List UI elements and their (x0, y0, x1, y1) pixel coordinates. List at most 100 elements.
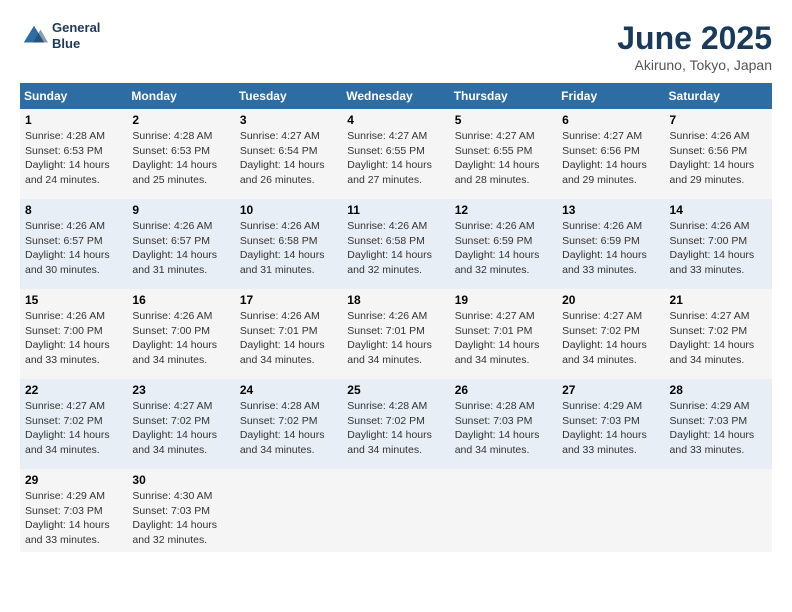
day-info: Sunrise: 4:26 AM Sunset: 7:01 PM Dayligh… (240, 309, 337, 368)
day-info: Sunrise: 4:26 AM Sunset: 6:56 PM Dayligh… (670, 129, 767, 188)
day-info: Sunrise: 4:27 AM Sunset: 7:02 PM Dayligh… (670, 309, 767, 368)
day-number: 10 (240, 203, 337, 217)
day-info: Sunrise: 4:26 AM Sunset: 7:00 PM Dayligh… (25, 309, 122, 368)
page-header: General Blue June 2025 Akiruno, Tokyo, J… (20, 20, 772, 73)
page-subtitle: Akiruno, Tokyo, Japan (617, 57, 772, 73)
day-number: 12 (455, 203, 552, 217)
day-number: 20 (562, 293, 659, 307)
logo-text: General Blue (52, 20, 100, 51)
day-number: 15 (25, 293, 122, 307)
calendar-cell (235, 469, 342, 552)
page-title: June 2025 (617, 20, 772, 57)
day-info: Sunrise: 4:28 AM Sunset: 7:03 PM Dayligh… (455, 399, 552, 458)
day-info: Sunrise: 4:26 AM Sunset: 7:00 PM Dayligh… (670, 219, 767, 278)
calendar-cell: 12 Sunrise: 4:26 AM Sunset: 6:59 PM Dayli… (450, 199, 557, 289)
day-number: 14 (670, 203, 767, 217)
weekday-header-friday: Friday (557, 83, 664, 109)
week-row-5: 29 Sunrise: 4:29 AM Sunset: 7:03 PM Dayli… (20, 469, 772, 552)
day-number: 11 (347, 203, 444, 217)
calendar-cell: 2 Sunrise: 4:28 AM Sunset: 6:53 PM Daylig… (127, 109, 234, 199)
calendar-cell: 4 Sunrise: 4:27 AM Sunset: 6:55 PM Daylig… (342, 109, 449, 199)
day-number: 6 (562, 113, 659, 127)
day-info: Sunrise: 4:29 AM Sunset: 7:03 PM Dayligh… (670, 399, 767, 458)
week-row-1: 1 Sunrise: 4:28 AM Sunset: 6:53 PM Daylig… (20, 109, 772, 199)
calendar-cell: 28 Sunrise: 4:29 AM Sunset: 7:03 PM Dayli… (665, 379, 772, 469)
day-info: Sunrise: 4:26 AM Sunset: 6:59 PM Dayligh… (562, 219, 659, 278)
weekday-header-sunday: Sunday (20, 83, 127, 109)
calendar-cell: 5 Sunrise: 4:27 AM Sunset: 6:55 PM Daylig… (450, 109, 557, 199)
day-number: 8 (25, 203, 122, 217)
day-number: 1 (25, 113, 122, 127)
day-number: 21 (670, 293, 767, 307)
day-number: 7 (670, 113, 767, 127)
calendar-cell: 6 Sunrise: 4:27 AM Sunset: 6:56 PM Daylig… (557, 109, 664, 199)
calendar-cell: 29 Sunrise: 4:29 AM Sunset: 7:03 PM Dayli… (20, 469, 127, 552)
logo-icon (20, 22, 48, 50)
day-number: 13 (562, 203, 659, 217)
weekday-header-thursday: Thursday (450, 83, 557, 109)
day-info: Sunrise: 4:29 AM Sunset: 7:03 PM Dayligh… (25, 489, 122, 548)
day-info: Sunrise: 4:27 AM Sunset: 6:56 PM Dayligh… (562, 129, 659, 188)
title-block: June 2025 Akiruno, Tokyo, Japan (617, 20, 772, 73)
day-info: Sunrise: 4:26 AM Sunset: 7:01 PM Dayligh… (347, 309, 444, 368)
calendar-cell: 10Sunrise: 4:26 AM Sunset: 6:58 PM Dayli… (235, 199, 342, 289)
day-info: Sunrise: 4:26 AM Sunset: 7:00 PM Dayligh… (132, 309, 229, 368)
day-number: 5 (455, 113, 552, 127)
calendar-cell: 7 Sunrise: 4:26 AM Sunset: 6:56 PM Daylig… (665, 109, 772, 199)
week-row-3: 15 Sunrise: 4:26 AM Sunset: 7:00 PM Dayli… (20, 289, 772, 379)
day-info: Sunrise: 4:27 AM Sunset: 7:02 PM Dayligh… (132, 399, 229, 458)
calendar-table: SundayMondayTuesdayWednesdayThursdayFrid… (20, 83, 772, 552)
day-number: 30 (132, 473, 229, 487)
calendar-cell (557, 469, 664, 552)
week-row-2: 8 Sunrise: 4:26 AM Sunset: 6:57 PM Daylig… (20, 199, 772, 289)
calendar-cell: 15 Sunrise: 4:26 AM Sunset: 7:00 PM Dayli… (20, 289, 127, 379)
calendar-cell: 3 Sunrise: 4:27 AM Sunset: 6:54 PM Daylig… (235, 109, 342, 199)
day-number: 3 (240, 113, 337, 127)
weekday-header-tuesday: Tuesday (235, 83, 342, 109)
day-number: 17 (240, 293, 337, 307)
calendar-cell (665, 469, 772, 552)
logo-line1: General (52, 20, 100, 36)
day-number: 22 (25, 383, 122, 397)
calendar-cell: 30 Sunrise: 4:30 AM Sunset: 7:03 PM Dayli… (127, 469, 234, 552)
day-info: Sunrise: 4:28 AM Sunset: 7:02 PM Dayligh… (347, 399, 444, 458)
day-number: 28 (670, 383, 767, 397)
calendar-cell: 8 Sunrise: 4:26 AM Sunset: 6:57 PM Daylig… (20, 199, 127, 289)
day-info: Sunrise: 4:26 AM Sunset: 6:59 PM Dayligh… (455, 219, 552, 278)
day-number: 16 (132, 293, 229, 307)
day-info: Sunrise: 4:27 AM Sunset: 6:55 PM Dayligh… (347, 129, 444, 188)
weekday-header-monday: Monday (127, 83, 234, 109)
day-info: Sunrise: 4:30 AM Sunset: 7:03 PM Dayligh… (132, 489, 229, 548)
calendar-cell (342, 469, 449, 552)
day-number: 4 (347, 113, 444, 127)
day-info: Sunrise: 4:28 AM Sunset: 6:53 PM Dayligh… (25, 129, 122, 188)
calendar-cell (450, 469, 557, 552)
day-number: 19 (455, 293, 552, 307)
logo-line2: Blue (52, 36, 100, 52)
weekday-header-wednesday: Wednesday (342, 83, 449, 109)
day-info: Sunrise: 4:27 AM Sunset: 6:54 PM Dayligh… (240, 129, 337, 188)
calendar-cell: 22Sunrise: 4:27 AM Sunset: 7:02 PM Dayli… (20, 379, 127, 469)
day-info: Sunrise: 4:27 AM Sunset: 6:55 PM Dayligh… (455, 129, 552, 188)
logo: General Blue (20, 20, 100, 51)
calendar-cell: 21 Sunrise: 4:27 AM Sunset: 7:02 PM Dayli… (665, 289, 772, 379)
day-number: 24 (240, 383, 337, 397)
day-info: Sunrise: 4:27 AM Sunset: 7:01 PM Dayligh… (455, 309, 552, 368)
calendar-cell: 19 Sunrise: 4:27 AM Sunset: 7:01 PM Dayli… (450, 289, 557, 379)
calendar-cell: 25Sunrise: 4:28 AM Sunset: 7:02 PM Dayli… (342, 379, 449, 469)
week-row-4: 22 Sunrise: 4:27 AM Sunset: 7:02 PM Dayli… (20, 379, 772, 469)
day-number: 29 (25, 473, 122, 487)
calendar-cell: 17 Sunrise: 4:26 AM Sunset: 7:01 PM Dayli… (235, 289, 342, 379)
day-info: Sunrise: 4:28 AM Sunset: 6:53 PM Dayligh… (132, 129, 229, 188)
calendar-cell: 16 Sunrise: 4:26 AM Sunset: 7:00 PM Dayli… (127, 289, 234, 379)
day-number: 2 (132, 113, 229, 127)
day-info: Sunrise: 4:26 AM Sunset: 6:57 PM Dayligh… (25, 219, 122, 278)
day-number: 26 (455, 383, 552, 397)
day-info: Sunrise: 4:26 AM Sunset: 6:58 PM Dayligh… (347, 219, 444, 278)
calendar-cell: 27Sunrise: 4:29 AM Sunset: 7:03 PM Dayli… (557, 379, 664, 469)
calendar-cell: 14 Sunrise: 4:26 AM Sunset: 7:00 PM Dayli… (665, 199, 772, 289)
calendar-cell: 23Sunrise: 4:27 AM Sunset: 7:02 PM Dayli… (127, 379, 234, 469)
calendar-cell: 26 Sunrise: 4:28 AM Sunset: 7:03 PM Dayli… (450, 379, 557, 469)
calendar-cell: 13 Sunrise: 4:26 AM Sunset: 6:59 PM Dayli… (557, 199, 664, 289)
calendar-cell: 20Sunrise: 4:27 AM Sunset: 7:02 PM Dayli… (557, 289, 664, 379)
